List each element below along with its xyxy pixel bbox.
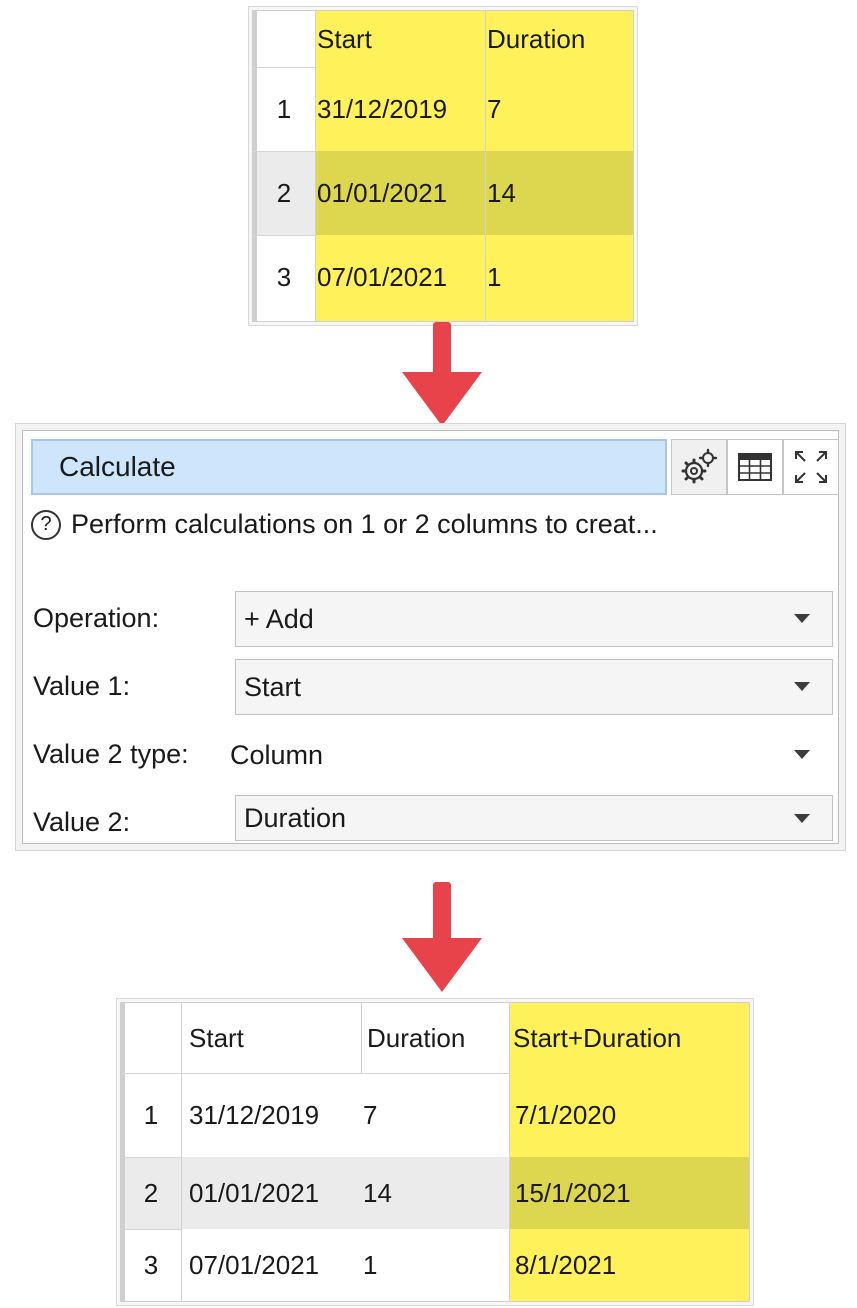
operation-dropdown[interactable]: + Add [235, 591, 833, 647]
row-number[interactable]: 2 [253, 151, 315, 235]
chevron-down-icon [794, 614, 810, 623]
operation-value: + Add [244, 603, 314, 634]
value2-label: Value 2: [33, 807, 131, 837]
table-cell-duration[interactable]: 1 [361, 1229, 509, 1301]
row-number[interactable]: 3 [253, 235, 315, 319]
table-cell-start[interactable]: 31/12/2019 [315, 67, 485, 151]
table-cell-result[interactable]: 15/1/2021 [509, 1157, 749, 1229]
value1-label: Value 1: [33, 671, 131, 701]
table-view-button[interactable] [727, 439, 783, 495]
table-cell-start[interactable]: 07/01/2021 [315, 235, 485, 319]
table-cell-start[interactable]: 01/01/2021 [315, 151, 485, 235]
chevron-down-icon [794, 682, 810, 691]
table-cell-result[interactable]: 7/1/2020 [509, 1073, 749, 1157]
row-number[interactable]: 2 [121, 1157, 181, 1229]
table-cell-start[interactable]: 01/01/2021 [181, 1157, 361, 1229]
row-number[interactable]: 1 [121, 1073, 181, 1157]
output-table: Start Duration Start+Duration 1 31/12/20… [120, 1002, 750, 1302]
value1-value: Start [244, 671, 302, 702]
chevron-down-icon [794, 814, 810, 823]
help-text: Perform calculations on 1 or 2 columns t… [71, 509, 658, 539]
column-header-duration[interactable]: Duration [485, 11, 633, 67]
value2-type-value: Column [230, 739, 324, 770]
row-number[interactable]: 1 [253, 67, 315, 151]
help-row: ? Perform calculations on 1 or 2 columns… [31, 509, 658, 540]
row-number[interactable]: 3 [121, 1229, 181, 1301]
expand-button[interactable] [783, 439, 839, 495]
table-cell-duration[interactable]: 7 [361, 1073, 509, 1157]
table-cell-duration[interactable]: 1 [485, 235, 633, 319]
value2-value: Duration [244, 802, 347, 833]
table-cell-duration[interactable]: 7 [485, 67, 633, 151]
settings-button[interactable] [671, 439, 727, 495]
table-cell-result[interactable]: 8/1/2021 [509, 1229, 749, 1301]
gears-icon [681, 448, 718, 484]
table-cell-start[interactable]: 07/01/2021 [181, 1229, 361, 1301]
input-table: Start Duration 1 31/12/2019 7 2 01/01/20… [252, 10, 634, 322]
column-header-start[interactable]: Start [181, 1003, 361, 1073]
value2-type-dropdown[interactable]: Column [221, 727, 833, 783]
panel-title[interactable]: Calculate [31, 439, 667, 495]
chevron-down-icon [794, 750, 810, 759]
column-header-start-plus-duration[interactable]: Start+Duration [509, 1003, 749, 1073]
calculate-panel: Calculate ? Perform calculations on 1 or… [22, 430, 839, 844]
operation-label: Operation: [33, 603, 160, 633]
value2-dropdown[interactable]: Duration [235, 795, 833, 841]
down-arrow-icon [402, 322, 482, 426]
table-icon [738, 453, 772, 481]
expand-icon [795, 451, 827, 483]
table-cell-duration[interactable]: 14 [485, 151, 633, 235]
value2-type-label: Value 2 type: [33, 739, 189, 769]
table-cell-duration[interactable]: 14 [361, 1157, 509, 1229]
down-arrow-icon [402, 882, 482, 994]
value1-dropdown[interactable]: Start [235, 659, 833, 715]
column-header-duration[interactable]: Duration [361, 1003, 509, 1073]
help-icon[interactable]: ? [31, 509, 61, 540]
column-header-start[interactable]: Start [315, 11, 485, 67]
table-cell-start[interactable]: 31/12/2019 [181, 1073, 361, 1157]
